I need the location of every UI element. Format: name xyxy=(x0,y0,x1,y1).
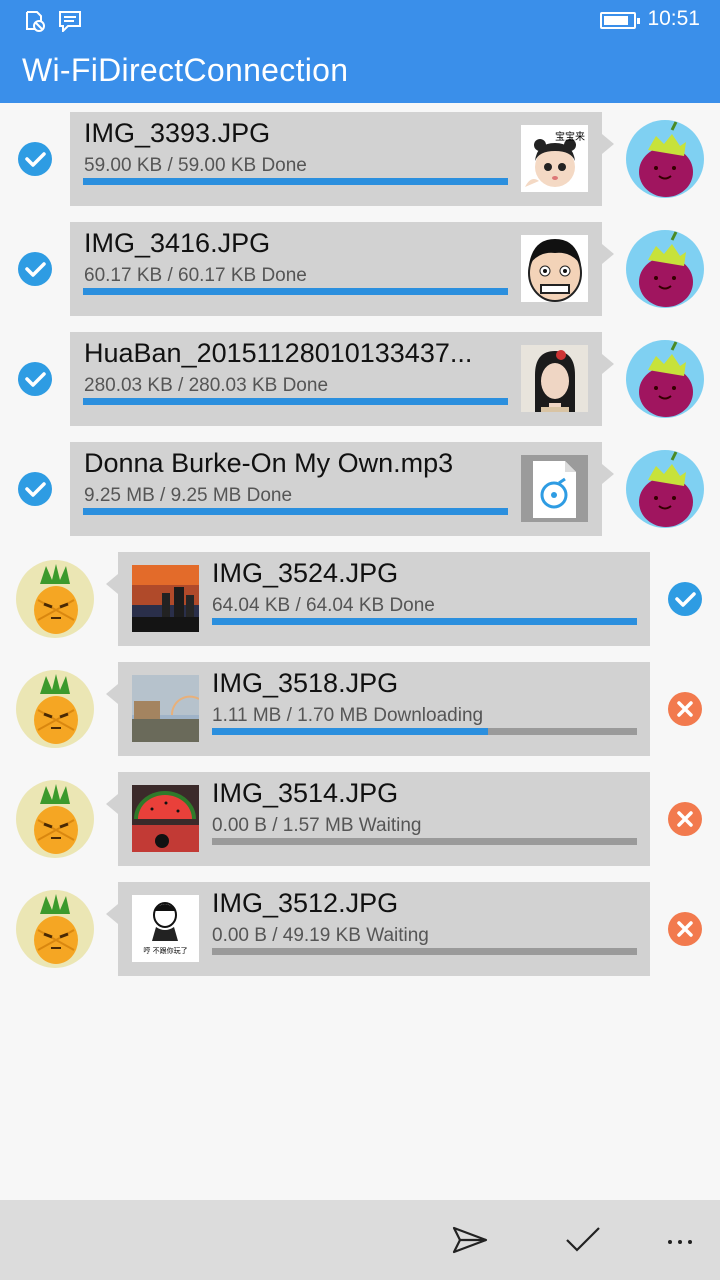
cancel-transfer-button[interactable] xyxy=(668,912,702,946)
transfer-card[interactable]: Donna Burke-On My Own.mp3 9.25 MB / 9.25… xyxy=(70,442,614,536)
message-icon xyxy=(58,10,81,34)
progress-bar xyxy=(212,618,637,625)
done-check-icon xyxy=(18,472,52,506)
clock: 10:51 xyxy=(647,7,700,30)
header: 10:51 Wi-FiDirectConnection xyxy=(0,0,720,103)
app-window: 10:51 Wi-FiDirectConnection IMG_3393.JPG… xyxy=(0,0,720,1280)
file-name: IMG_3518.JPG xyxy=(212,668,399,698)
transfer-card[interactable]: IMG_3514.JPG 0.00 B / 1.57 MB Waiting xyxy=(106,772,650,866)
transfer-progress-text: 0.00 B / 49.19 KB Waiting xyxy=(212,925,429,946)
file-thumbnail: 哼 不跟你玩了 xyxy=(132,895,199,962)
file-thumbnail xyxy=(132,675,199,742)
file-name: IMG_3524.JPG xyxy=(212,558,399,588)
progress-bar xyxy=(212,948,637,955)
file-name: HuaBan_20151128010133437... xyxy=(84,338,473,368)
more-icon[interactable] xyxy=(660,1218,704,1262)
progress-bar xyxy=(83,178,508,185)
transfer-progress-text: 1.11 MB / 1.70 MB Downloading xyxy=(212,705,484,726)
transfer-progress-text: 64.04 KB / 64.04 KB Done xyxy=(212,595,435,616)
file-thumbnail xyxy=(521,235,588,302)
file-thumbnail xyxy=(132,785,199,852)
battery-icon xyxy=(600,12,640,29)
transfer-progress-text: 280.03 KB / 280.03 KB Done xyxy=(84,375,329,396)
transfer-row[interactable]: 哼 不跟你玩了 IMG_3512.JPG 0.00 B / 49.19 KB W… xyxy=(0,882,720,976)
send-icon[interactable] xyxy=(448,1218,492,1262)
transfer-card[interactable]: IMG_3524.JPG 64.04 KB / 64.04 KB Done xyxy=(106,552,650,646)
audio-file-icon xyxy=(521,455,588,522)
transfer-row[interactable]: IMG_3514.JPG 0.00 B / 1.57 MB Waiting xyxy=(0,772,720,866)
thumbnail-caption: 哼 不跟你玩了 xyxy=(143,947,188,955)
cancel-transfer-button[interactable] xyxy=(668,802,702,836)
file-thumbnail: 宝宝来 xyxy=(521,125,588,192)
transfer-row[interactable]: Donna Burke-On My Own.mp3 9.25 MB / 9.25… xyxy=(0,442,720,536)
peer-avatar-eggplant xyxy=(626,230,704,308)
done-check-icon xyxy=(18,252,52,286)
transfer-progress-text: 59.00 KB / 59.00 KB Done xyxy=(84,155,307,176)
transfer-card[interactable]: IMG_3416.JPG 60.17 KB / 60.17 KB Done xyxy=(70,222,614,316)
file-name: IMG_3514.JPG xyxy=(212,778,399,808)
file-thumbnail xyxy=(521,345,588,412)
transfer-row[interactable]: IMG_3518.JPG 1.11 MB / 1.70 MB Downloadi… xyxy=(0,662,720,756)
status-bar: 10:51 xyxy=(0,0,720,42)
peer-avatar-pineapple xyxy=(16,890,94,968)
transfer-row[interactable]: HuaBan_20151128010133437... 280.03 KB / … xyxy=(0,332,720,426)
transfer-progress-text: 0.00 B / 1.57 MB Waiting xyxy=(212,815,422,836)
progress-bar xyxy=(212,728,637,735)
file-name: IMG_3393.JPG xyxy=(84,118,271,148)
progress-bar xyxy=(83,398,508,405)
transfer-row[interactable]: IMG_3524.JPG 64.04 KB / 64.04 KB Done xyxy=(0,552,720,646)
done-check-icon xyxy=(18,142,52,176)
progress-bar xyxy=(83,288,508,295)
file-thumbnail xyxy=(132,565,199,632)
done-check-icon xyxy=(668,582,702,616)
peer-avatar-eggplant xyxy=(626,120,704,198)
transfer-card[interactable]: IMG_3518.JPG 1.11 MB / 1.70 MB Downloadi… xyxy=(106,662,650,756)
check-icon[interactable] xyxy=(561,1218,605,1262)
transfer-row[interactable]: IMG_3416.JPG 60.17 KB / 60.17 KB Done xyxy=(0,222,720,316)
bottom-app-bar xyxy=(0,1200,720,1280)
peer-avatar-eggplant xyxy=(626,450,704,528)
transfer-card[interactable]: HuaBan_20151128010133437... 280.03 KB / … xyxy=(70,332,614,426)
transfer-card[interactable]: IMG_3393.JPG 59.00 KB / 59.00 KB Done 宝宝… xyxy=(70,112,614,206)
transfer-card[interactable]: 哼 不跟你玩了 IMG_3512.JPG 0.00 B / 49.19 KB W… xyxy=(106,882,650,976)
file-name: IMG_3416.JPG xyxy=(84,228,271,258)
progress-bar xyxy=(212,838,637,845)
thumbnail-caption: 宝宝来 xyxy=(555,132,585,143)
notification-settings-icon xyxy=(24,10,46,32)
file-name: Donna Burke-On My Own.mp3 xyxy=(84,448,454,478)
peer-avatar-pineapple xyxy=(16,780,94,858)
peer-avatar-pineapple xyxy=(16,560,94,638)
progress-bar xyxy=(83,508,508,515)
cancel-transfer-button[interactable] xyxy=(668,692,702,726)
done-check-icon xyxy=(18,362,52,396)
transfer-progress-text: 9.25 MB / 9.25 MB Done xyxy=(84,485,293,506)
peer-avatar-pineapple xyxy=(16,670,94,748)
file-name: IMG_3512.JPG xyxy=(212,888,399,918)
app-title: Wi-FiDirectConnection xyxy=(22,52,349,88)
transfer-progress-text: 60.17 KB / 60.17 KB Done xyxy=(84,265,307,286)
transfer-row[interactable]: IMG_3393.JPG 59.00 KB / 59.00 KB Done 宝宝… xyxy=(0,112,720,206)
peer-avatar-eggplant xyxy=(626,340,704,418)
